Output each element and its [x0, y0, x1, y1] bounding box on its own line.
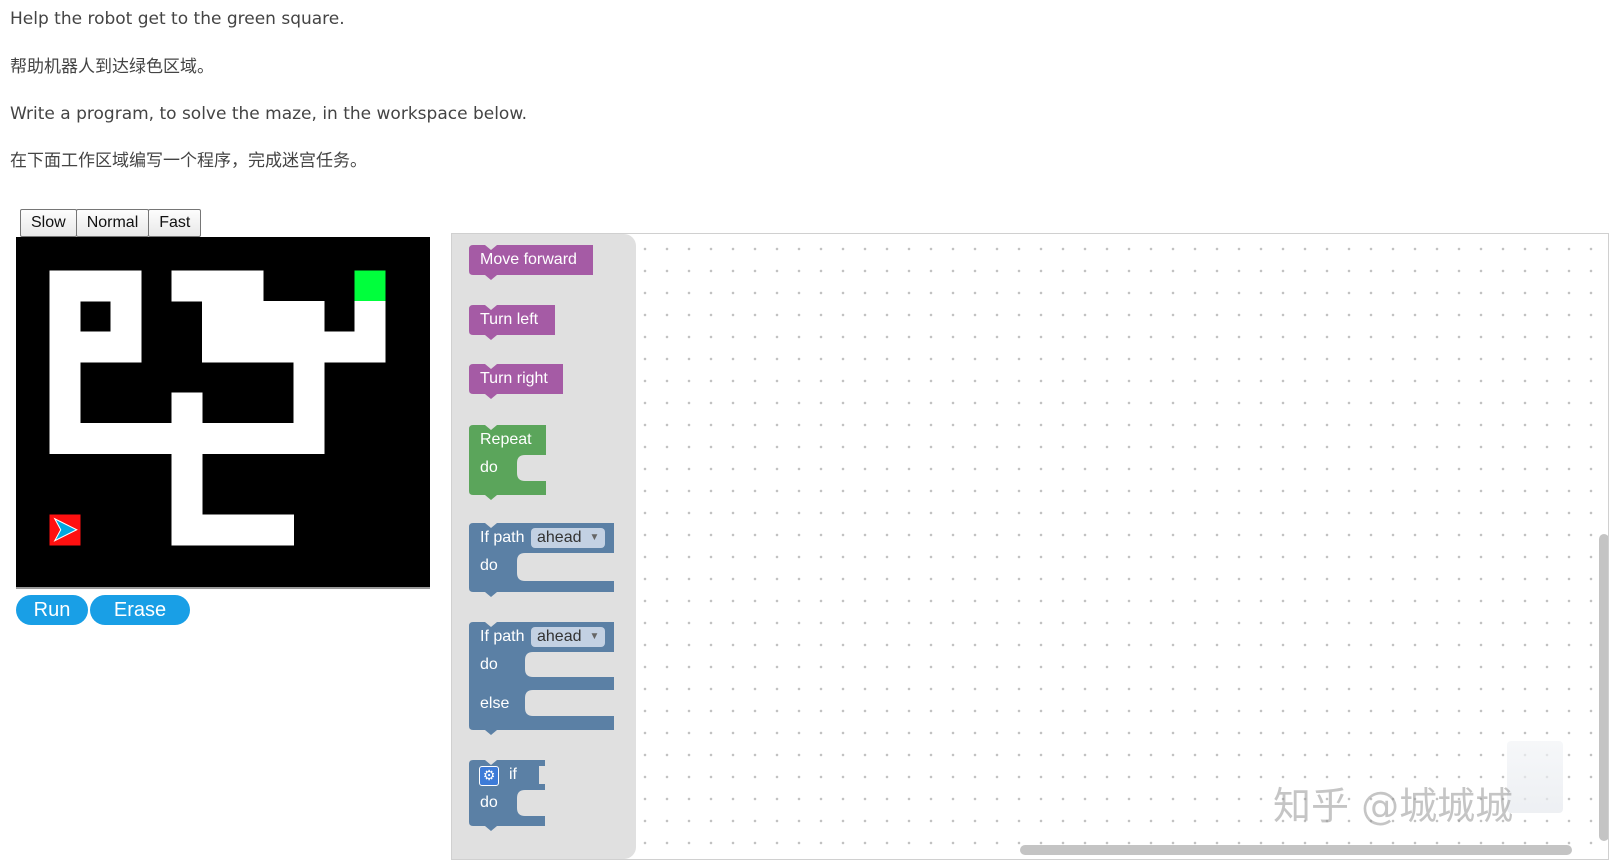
maze-path-cell: [202, 423, 233, 454]
maze-path-cell: [49, 423, 81, 454]
maze-path-cell: [171, 392, 203, 424]
move-forward-label: Move forward: [480, 251, 577, 268]
maze-path-cell: [80, 270, 111, 302]
block-toolbox: Move forward Turn left Turn right Repeat…: [452, 234, 636, 859]
maze-path-cell: [293, 331, 325, 363]
maze-path-cell: [232, 514, 264, 546]
maze-path-cell: [293, 423, 325, 454]
erase-button[interactable]: Erase: [90, 595, 190, 625]
maze-path-cell: [263, 301, 294, 332]
instruction-zh-1: 帮助机器人到达绿色区域。: [10, 57, 214, 77]
gear-icon[interactable]: ⚙: [479, 766, 499, 786]
repeat-do-label: do: [480, 459, 498, 476]
maze-path-cell: [141, 423, 172, 454]
speed-fast-button[interactable]: Fast: [148, 209, 202, 237]
maze-path-cell: [232, 331, 264, 363]
maze-path-cell: [232, 270, 264, 302]
run-controls: Run Erase: [16, 595, 190, 625]
maze-grid: [49, 270, 386, 546]
maze-path-cell: [354, 331, 386, 363]
maze-path-cell: [263, 514, 294, 546]
speed-controls: Slow Normal Fast: [20, 209, 202, 237]
repeat-label: Repeat: [480, 431, 532, 448]
if-else-block[interactable]: If path ahead ▼ do else: [469, 622, 614, 740]
maze-path-cell: [202, 514, 233, 546]
horizontal-scrollbar[interactable]: [1020, 845, 1572, 855]
maze-path-cell: [49, 331, 81, 363]
maze-path-cell: [354, 301, 386, 332]
maze-path-cell: [202, 270, 233, 302]
blockly-workspace[interactable]: Move forward Turn left Turn right Repeat…: [451, 233, 1609, 860]
maze-path-cell: [49, 301, 81, 332]
custom-if-label: if: [509, 766, 517, 783]
maze-path-cell: [202, 331, 233, 363]
run-button[interactable]: Run: [16, 595, 88, 625]
maze-path-cell: [49, 362, 81, 393]
maze-path-cell: [263, 331, 294, 363]
maze-goal: [354, 270, 386, 302]
move-forward-block[interactable]: Move forward: [469, 245, 593, 285]
chevron-down-icon: ▼: [589, 532, 600, 543]
chevron-down-icon: ▼: [589, 631, 600, 642]
maze-path-cell: [110, 270, 142, 302]
maze-path-cell: [171, 484, 203, 515]
if-path-label: If path: [480, 529, 525, 546]
instruction-en-1: Help the robot get to the green square.: [10, 9, 345, 29]
maze-path-cell: [263, 423, 294, 454]
custom-if-block[interactable]: ⚙ if do: [469, 760, 545, 834]
maze-path-cell: [49, 392, 81, 424]
instruction-zh-2: 在下面工作区域编写一个程序，完成迷宫任务。: [10, 151, 367, 171]
speed-slow-button[interactable]: Slow: [20, 209, 77, 237]
maze-path-cell: [171, 453, 203, 485]
maze-path-cell: [171, 423, 203, 454]
turn-left-label: Turn left: [480, 311, 539, 328]
turn-right-block[interactable]: Turn right: [469, 364, 563, 404]
maze-path-cell: [293, 362, 325, 393]
maze-path-cell: [232, 301, 264, 332]
watermark: 知乎 @城城城: [1273, 784, 1514, 828]
speed-normal-button[interactable]: Normal: [75, 209, 150, 237]
turn-right-label: Turn right: [480, 370, 548, 387]
maze-path-cell: [324, 331, 355, 363]
maze-display: [16, 237, 430, 589]
maze-path-cell: [293, 392, 325, 424]
maze-path-cell: [293, 301, 325, 332]
maze-path-cell: [49, 270, 81, 302]
maze-path-cell: [202, 301, 233, 332]
maze-path-cell: [80, 423, 111, 454]
maze-path-cell: [232, 423, 264, 454]
maze-path-cell: [80, 331, 111, 363]
instruction-en-2: Write a program, to solve the maze, in t…: [10, 104, 528, 124]
if-do-label: do: [480, 557, 498, 574]
vertical-scrollbar[interactable]: [1599, 534, 1608, 841]
repeat-block[interactable]: Repeat do: [469, 425, 549, 505]
maze-path-cell: [171, 270, 203, 302]
if-else-else-label: else: [480, 695, 510, 712]
if-else-path-label: If path: [480, 628, 525, 645]
if-else-direction-dropdown[interactable]: ahead ▼: [531, 627, 606, 647]
maze-path-cell: [171, 514, 203, 546]
turn-left-block[interactable]: Turn left: [469, 305, 555, 345]
trash-can-icon[interactable]: [1507, 741, 1563, 813]
maze-path-cell: [110, 423, 142, 454]
if-path-block[interactable]: If path ahead ▼ do: [469, 523, 614, 601]
maze-path-cell: [110, 301, 142, 332]
if-direction-dropdown[interactable]: ahead ▼: [531, 528, 606, 548]
if-else-do-label: do: [480, 656, 498, 673]
maze-path-cell: [110, 331, 142, 363]
custom-do-label: do: [480, 794, 498, 811]
